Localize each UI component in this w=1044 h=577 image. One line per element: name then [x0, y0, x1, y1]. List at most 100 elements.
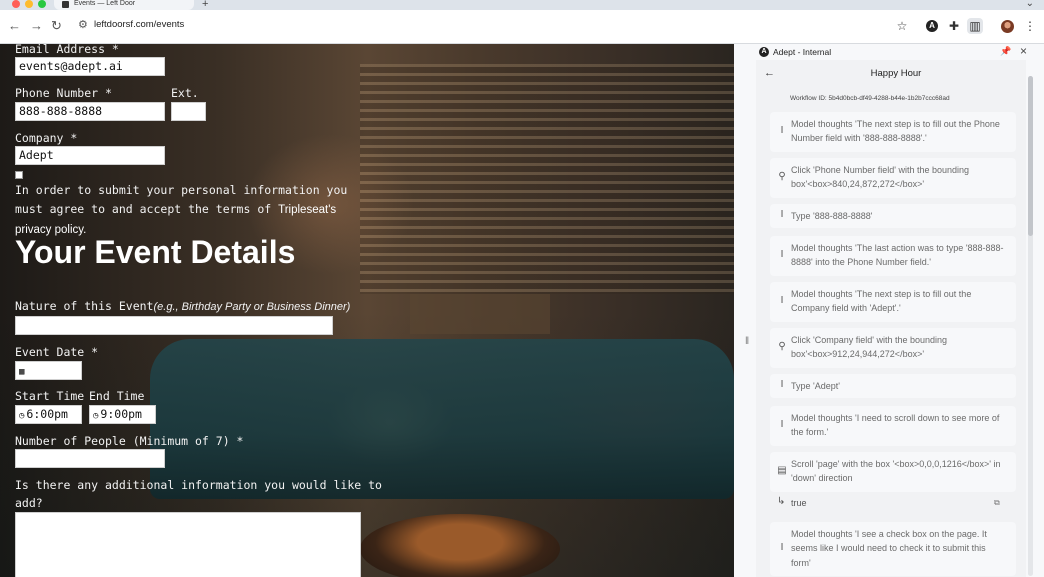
- text-cursor-icon: I: [780, 209, 784, 220]
- email-label: Email Address *: [15, 44, 119, 56]
- pin-icon[interactable]: 📌: [1000, 46, 1011, 57]
- tab-events[interactable]: Events — Left Door: [54, 0, 194, 10]
- kebab-menu-icon[interactable]: ⋮: [1022, 18, 1038, 34]
- adept-extension-icon[interactable]: A: [926, 20, 938, 32]
- background-blinds: [360, 64, 734, 294]
- scroll-icon: ▤: [777, 465, 787, 476]
- step-text: Type 'Adept': [791, 381, 840, 391]
- adept-side-panel: A Adept - Internal 📌 × ← Happy Hour Work…: [756, 44, 1044, 577]
- end-time-field[interactable]: ◷ 9:00pm: [89, 405, 156, 424]
- people-field[interactable]: [15, 449, 165, 468]
- text-cursor-icon: I: [780, 542, 784, 553]
- browser-toolbar: ← → ↻ ⚙ leftdoorsf.com/events ☆ A ✚ ▥ ⋮: [0, 10, 1044, 44]
- end-time-label: End Time: [89, 389, 145, 403]
- return-arrow-icon: ↳: [777, 496, 786, 507]
- click-icon: ⚲: [778, 171, 786, 182]
- workflow-view: ← Happy Hour Workflow ID: 5b4d0bcb-df49-…: [756, 60, 1026, 577]
- step-text: Click 'Phone Number field' with the boun…: [791, 165, 970, 190]
- copy-icon[interactable]: ⧉: [994, 498, 1000, 508]
- step-item: I Model thoughts 'The last action was to …: [770, 236, 1016, 276]
- step-item: I Type '888-888-8888': [770, 204, 1016, 228]
- side-panel-icon[interactable]: ▥: [967, 18, 983, 34]
- step-text: Scroll 'page' with the box '<box>0,0,0,1…: [791, 459, 1001, 484]
- nature-hint: (e.g., Birthday Party or Business Dinner…: [153, 301, 351, 313]
- reload-icon[interactable]: ↻: [51, 18, 62, 34]
- adept-logo-icon: A: [759, 47, 769, 57]
- company-label: Company *: [15, 131, 78, 145]
- minimize-window-dot[interactable]: [25, 0, 33, 8]
- panel-header: A Adept - Internal 📌 ×: [756, 44, 1044, 60]
- event-date-field[interactable]: ▦: [15, 361, 82, 380]
- forward-arrow-icon[interactable]: →: [30, 18, 43, 34]
- maximize-window-dot[interactable]: [38, 0, 46, 8]
- nature-label-text: Nature of this Event: [15, 299, 154, 313]
- people-label: Number of People (Minimum of 7) *: [15, 434, 244, 448]
- step-text: Model thoughts 'The next step is to fill…: [791, 289, 972, 314]
- background-table: [360, 514, 560, 577]
- bookmark-star-icon[interactable]: ☆: [894, 18, 910, 34]
- background-sofa: [150, 339, 734, 499]
- background-shelf: [410, 294, 550, 334]
- step-text: Model thoughts 'I need to scroll down to…: [791, 413, 1000, 438]
- site-settings-icon[interactable]: ⚙: [78, 18, 88, 31]
- resize-grip-icon[interactable]: ‖: [745, 336, 749, 347]
- additional-label-line2: add?: [15, 496, 43, 510]
- panel-title: Adept - Internal: [773, 47, 832, 57]
- step-item: I Model thoughts 'The next step is to fil…: [770, 112, 1016, 152]
- panel-scroll-thumb[interactable]: [1028, 76, 1033, 236]
- address-bar[interactable]: ⚙ leftdoorsf.com/events: [70, 15, 920, 37]
- close-window-dot[interactable]: [12, 0, 20, 8]
- clock-icon: ◷: [19, 411, 25, 421]
- email-field[interactable]: events@adept.ai: [15, 57, 165, 76]
- phone-field[interactable]: 888-888-8888: [15, 102, 165, 121]
- step-item: I Model thoughts 'I need to scroll down t…: [770, 406, 1016, 446]
- consent-text: In order to submit your personal informa…: [15, 181, 375, 240]
- phone-label: Phone Number *: [15, 86, 112, 100]
- step-item: ⚲ Click 'Company field' with the bounding…: [770, 328, 1016, 368]
- ext-label: Ext.: [171, 86, 199, 100]
- close-icon[interactable]: ×: [1020, 44, 1027, 58]
- text-cursor-icon: I: [780, 125, 784, 136]
- company-field[interactable]: Adept: [15, 146, 165, 165]
- workflow-id: Workflow ID: 5b4d0bcb-df49-4288-b44e-1b2…: [790, 95, 950, 102]
- additional-info-textarea[interactable]: [15, 512, 361, 577]
- end-time-value: 9:00pm: [100, 407, 142, 421]
- start-time-field[interactable]: ◷ 6:00pm: [15, 405, 82, 424]
- web-page: Email Address * events@adept.ai Phone Nu…: [0, 44, 734, 577]
- chevron-down-icon[interactable]: ⌄: [1026, 0, 1034, 9]
- back-arrow-icon[interactable]: ←: [8, 18, 21, 34]
- step-text: Click 'Company field' with the bounding …: [791, 335, 948, 360]
- puzzle-extensions-icon[interactable]: ✚: [946, 18, 962, 34]
- start-time-value: 6:00pm: [26, 407, 68, 421]
- step-item: ⚲ Click 'Phone Number field' with the bou…: [770, 158, 1016, 198]
- step-item: I Model thoughts 'The next step is to fil…: [770, 282, 1016, 322]
- calendar-icon: ▦: [19, 367, 25, 377]
- step-item: ▤ Scroll 'page' with the box '<box>0,0,0,…: [770, 452, 1016, 492]
- privacy-checkbox[interactable]: [15, 171, 23, 179]
- clock-icon: ◷: [93, 411, 99, 421]
- nature-field[interactable]: [15, 316, 333, 335]
- text-cursor-icon: I: [780, 379, 784, 390]
- workflow-title: Happy Hour: [870, 68, 922, 79]
- step-text: Model thoughts 'The next step is to fill…: [791, 119, 1000, 144]
- plus-icon[interactable]: +: [202, 0, 208, 10]
- nature-label: Nature of this Event(e.g., Birthday Part…: [15, 299, 350, 314]
- ext-field[interactable]: [171, 102, 206, 121]
- tab-title: Events — Left Door: [74, 0, 136, 7]
- profile-avatar[interactable]: [1001, 20, 1014, 33]
- text-cursor-icon: I: [780, 295, 784, 306]
- result-value: true: [791, 498, 807, 508]
- panel-divider: [734, 44, 756, 577]
- text-cursor-icon: I: [780, 419, 784, 430]
- step-text: Model thoughts 'I see a check box on the…: [791, 529, 987, 568]
- site-favicon-icon: [62, 1, 69, 8]
- start-time-label: Start Time: [15, 389, 85, 403]
- url-text: leftdoorsf.com/events: [94, 19, 185, 30]
- click-icon: ⚲: [778, 341, 786, 352]
- step-item: I Model thoughts 'I see a check box on th…: [770, 522, 1016, 576]
- tab-strip: Events — Left Door + ⌄: [0, 0, 1044, 10]
- text-cursor-icon: I: [780, 249, 784, 260]
- section-heading: Your Event Details: [15, 234, 296, 270]
- step-result: ↳ true ⧉: [770, 496, 1016, 512]
- additional-label-line1: Is there any additional information you …: [15, 478, 382, 492]
